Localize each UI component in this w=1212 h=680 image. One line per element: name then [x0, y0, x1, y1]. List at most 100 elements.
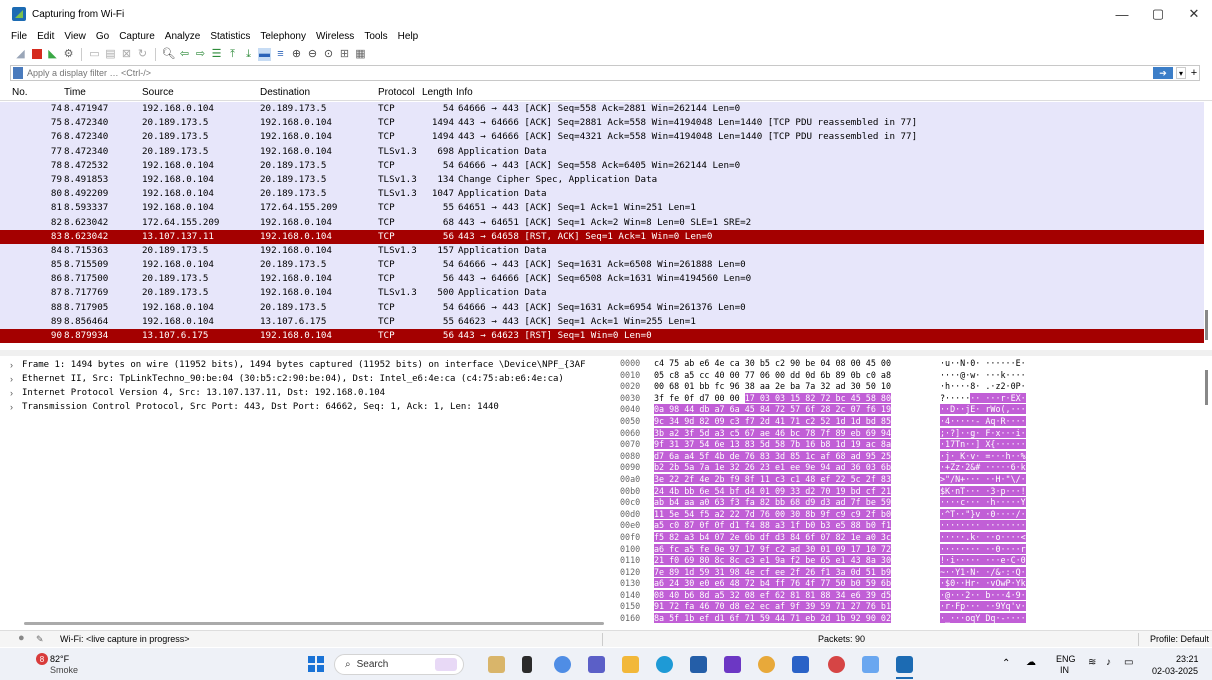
bytes-row[interactable]: 0130 a6 24 30 e0 e6 48 72 b4 ff 76 4f 77 …	[620, 578, 1205, 590]
open-file-icon[interactable]: ▭	[88, 48, 101, 61]
column-header-destination[interactable]: Destination	[260, 87, 310, 98]
onenote-app-icon[interactable]	[724, 656, 741, 673]
menu-tools[interactable]: Tools	[359, 31, 392, 42]
packet-row[interactable]: 83 8.623042 13.107.137.11 192.168.0.104 TCP 5…	[0, 229, 1204, 244]
last-packet-icon[interactable]: ⤓	[242, 48, 255, 61]
filter-history-chevron-down-icon[interactable]: ▾	[1176, 67, 1186, 79]
packet-row[interactable]: 80 8.492209 192.168.0.104 20.189.173.5 TLSv1…	[0, 187, 1204, 202]
close-button[interactable]: ✕	[1176, 0, 1212, 28]
bytes-row[interactable]: 0000 c4 75 ab e6 4e ca 30 b5 c2 90 be 04 …	[620, 358, 1205, 370]
bookmark-icon[interactable]	[13, 67, 23, 79]
expert-info-icon[interactable]: ●	[18, 632, 25, 644]
bytes-row[interactable]: 0050 9c 34 9d 82 09 c3 f7 2d 41 71 c2 52 …	[620, 415, 1205, 428]
bytes-row[interactable]: 00e0 a5 c0 87 0f 0f d1 f4 88 a3 1f b0 b3 …	[620, 520, 1205, 532]
menu-capture[interactable]: Capture	[114, 31, 160, 42]
expand-chevron-right-icon[interactable]: ›	[10, 402, 22, 412]
detail-tree-row[interactable]: › Internet Protocol Version 4, Src: 13.10…	[10, 386, 610, 400]
column-header-time[interactable]: Time	[64, 87, 86, 98]
file-explorer-icon[interactable]	[622, 656, 639, 673]
bytes-row[interactable]: 0060 3b a2 3f 5d a3 c5 67 ae 46 bc 78 7f …	[620, 427, 1205, 440]
packet-row[interactable]: 82 8.623042 172.64.155.209 192.168.0.104 TCP…	[0, 215, 1204, 230]
layout-icon[interactable]: ▦	[354, 48, 367, 61]
menu-file[interactable]: File	[6, 31, 32, 42]
bytes-row[interactable]: 0070 9f 31 37 54 6e 13 83 5d 58 7b 16 b8 …	[620, 439, 1205, 451]
detail-tree-row[interactable]: › Transmission Control Protocol, Src Port…	[10, 400, 610, 414]
taskbar-search-box[interactable]: ⌕ Search	[334, 654, 464, 675]
bytes-row[interactable]: 0150 91 72 fa 46 70 d8 e2 ec af 9f 39 59 …	[620, 601, 1205, 613]
bytes-row[interactable]: 0040 0a 98 44 db a7 6a 45 84 72 57 6f 28 …	[620, 404, 1205, 416]
detail-tree-row[interactable]: › Frame 1: 1494 bytes on wire (11952 bits…	[10, 358, 610, 372]
teams-app-icon[interactable]	[588, 656, 605, 673]
expand-chevron-right-icon[interactable]: ›	[10, 360, 22, 370]
packet-row[interactable]: 89 8.856464 192.168.0.104 13.107.6.175 TCP 55…	[0, 314, 1204, 329]
restart-capture-icon[interactable]: ◣	[46, 48, 59, 61]
bytes-row[interactable]: 0100 a6 fc a5 fe 0e 97 17 9f c2 ad 30 01 …	[620, 543, 1205, 556]
store-app-icon[interactable]	[690, 656, 707, 673]
cloud-icon[interactable]: ☁	[1026, 657, 1036, 668]
resize-columns-icon[interactable]: ⊞	[338, 48, 351, 61]
volume-icon[interactable]: ♪	[1106, 657, 1111, 668]
packet-list-scrollbar[interactable]	[1205, 310, 1208, 340]
terminal-app-icon[interactable]	[522, 656, 532, 673]
expand-chevron-right-icon[interactable]: ›	[10, 388, 22, 398]
bytes-row[interactable]: 0160 8a 5f 1b ef d1 6f 71 59 44 71 eb 2d …	[620, 613, 1205, 625]
clock-date[interactable]: 02-03-2025	[1152, 666, 1198, 676]
menu-analyze[interactable]: Analyze	[160, 31, 206, 42]
save-file-icon[interactable]: ▤	[104, 48, 117, 61]
chrome-browser-icon[interactable]	[758, 656, 775, 673]
apply-filter-arrow-icon[interactable]: ➔	[1153, 67, 1173, 79]
windows-start-icon[interactable]	[308, 656, 324, 672]
menu-help[interactable]: Help	[393, 31, 424, 42]
reload-file-icon[interactable]: ↻	[136, 48, 149, 61]
menu-view[interactable]: View	[59, 31, 91, 42]
autoscroll-icon[interactable]: ▬	[258, 47, 271, 61]
bytes-row[interactable]: 0120 7e 89 1d 59 31 98 4e cf ee 2f 26 f1 …	[620, 566, 1205, 579]
first-packet-icon[interactable]: ⤒	[226, 48, 239, 61]
bytes-row[interactable]: 00c0 ab b4 aa a0 63 f3 fa 82 bb 68 d9 d3 …	[620, 497, 1205, 509]
bytes-row[interactable]: 0080 d7 6a a4 5f 4b de 76 83 3d 85 1c af …	[620, 450, 1205, 463]
packet-row[interactable]: 79 8.491853 192.168.0.104 20.189.173.5 TLSv1…	[0, 172, 1204, 188]
stop-capture-icon[interactable]	[30, 48, 43, 61]
add-filter-plus-icon[interactable]: +	[1189, 67, 1199, 79]
zoom-out-icon[interactable]: ⊖	[306, 48, 319, 61]
column-header-source[interactable]: Source	[142, 87, 174, 98]
packet-row[interactable]: 74 8.471947 192.168.0.104 20.189.173.5 TCP 54…	[0, 102, 1204, 117]
zoom-normal-icon[interactable]: ⊙	[322, 48, 335, 61]
bytes-row[interactable]: 00d0 11 5e 54 f5 a2 22 7d 76 00 30 8b 9f …	[620, 508, 1205, 521]
chat-app-icon[interactable]	[792, 656, 809, 673]
column-header-info[interactable]: Info	[456, 87, 473, 98]
menu-telephony[interactable]: Telephony	[255, 31, 311, 42]
clock-time[interactable]: 23:21	[1176, 654, 1199, 664]
column-header-protocol[interactable]: Protocol	[378, 87, 415, 98]
packet-row[interactable]: 84 8.715363 20.189.173.5 192.168.0.104 TLSv1…	[0, 243, 1204, 259]
language-top[interactable]: ENG	[1056, 654, 1076, 664]
minimize-button[interactable]: —	[1104, 0, 1140, 28]
expand-chevron-right-icon[interactable]: ›	[10, 374, 22, 384]
column-header-no[interactable]: No.	[12, 87, 28, 98]
details-horizontal-scrollbar[interactable]	[24, 622, 604, 625]
packet-row[interactable]: 75 8.472340 20.189.173.5 192.168.0.104 TCP 14…	[0, 116, 1204, 131]
detail-tree-row[interactable]: › Ethernet II, Src: TpLinkTechno_90:be:04…	[10, 372, 610, 386]
edge-browser-icon[interactable]	[656, 656, 673, 673]
packet-row[interactable]: 77 8.472340 20.189.173.5 192.168.0.104 TLSv1…	[0, 144, 1204, 159]
maximize-button[interactable]: ▢	[1140, 0, 1176, 28]
packet-row[interactable]: 76 8.472340 20.189.173.5 192.168.0.104 TCP 14…	[0, 130, 1204, 145]
language-bottom[interactable]: IN	[1060, 665, 1069, 675]
capture-options-icon[interactable]: ⚙	[62, 48, 75, 61]
copilot-app-icon[interactable]	[554, 656, 571, 673]
menu-wireless[interactable]: Wireless	[311, 31, 359, 42]
packet-row[interactable]: 88 8.717905 192.168.0.104 20.189.173.5 TCP 54…	[0, 300, 1204, 315]
bytes-row[interactable]: 00f0 f5 82 a3 b4 07 2e 6b df d3 84 6f 07 …	[620, 531, 1205, 544]
display-filter-input[interactable]	[27, 68, 1199, 78]
wifi-icon[interactable]: ≋	[1088, 657, 1096, 668]
packet-row[interactable]: 85 8.715509 192.168.0.104 20.189.173.5 TCP 54…	[0, 258, 1204, 273]
column-header-length[interactable]: Length	[422, 87, 452, 98]
menu-edit[interactable]: Edit	[32, 31, 59, 42]
packet-row[interactable]: 90 8.879934 13.107.6.175 192.168.0.104 TCP 56…	[0, 329, 1204, 344]
packet-row[interactable]: 86 8.717500 20.189.173.5 192.168.0.104 TCP 56…	[0, 272, 1204, 287]
go-to-packet-icon[interactable]: ☰	[210, 48, 223, 61]
wireshark-taskbar-icon[interactable]	[896, 656, 913, 673]
tray-chevron-up-icon[interactable]: ⌃	[1002, 658, 1010, 669]
zoom-in-icon[interactable]: ⊕	[290, 48, 303, 61]
packet-row[interactable]: 87 8.717769 20.189.173.5 192.168.0.104 TLSv1…	[0, 286, 1204, 301]
